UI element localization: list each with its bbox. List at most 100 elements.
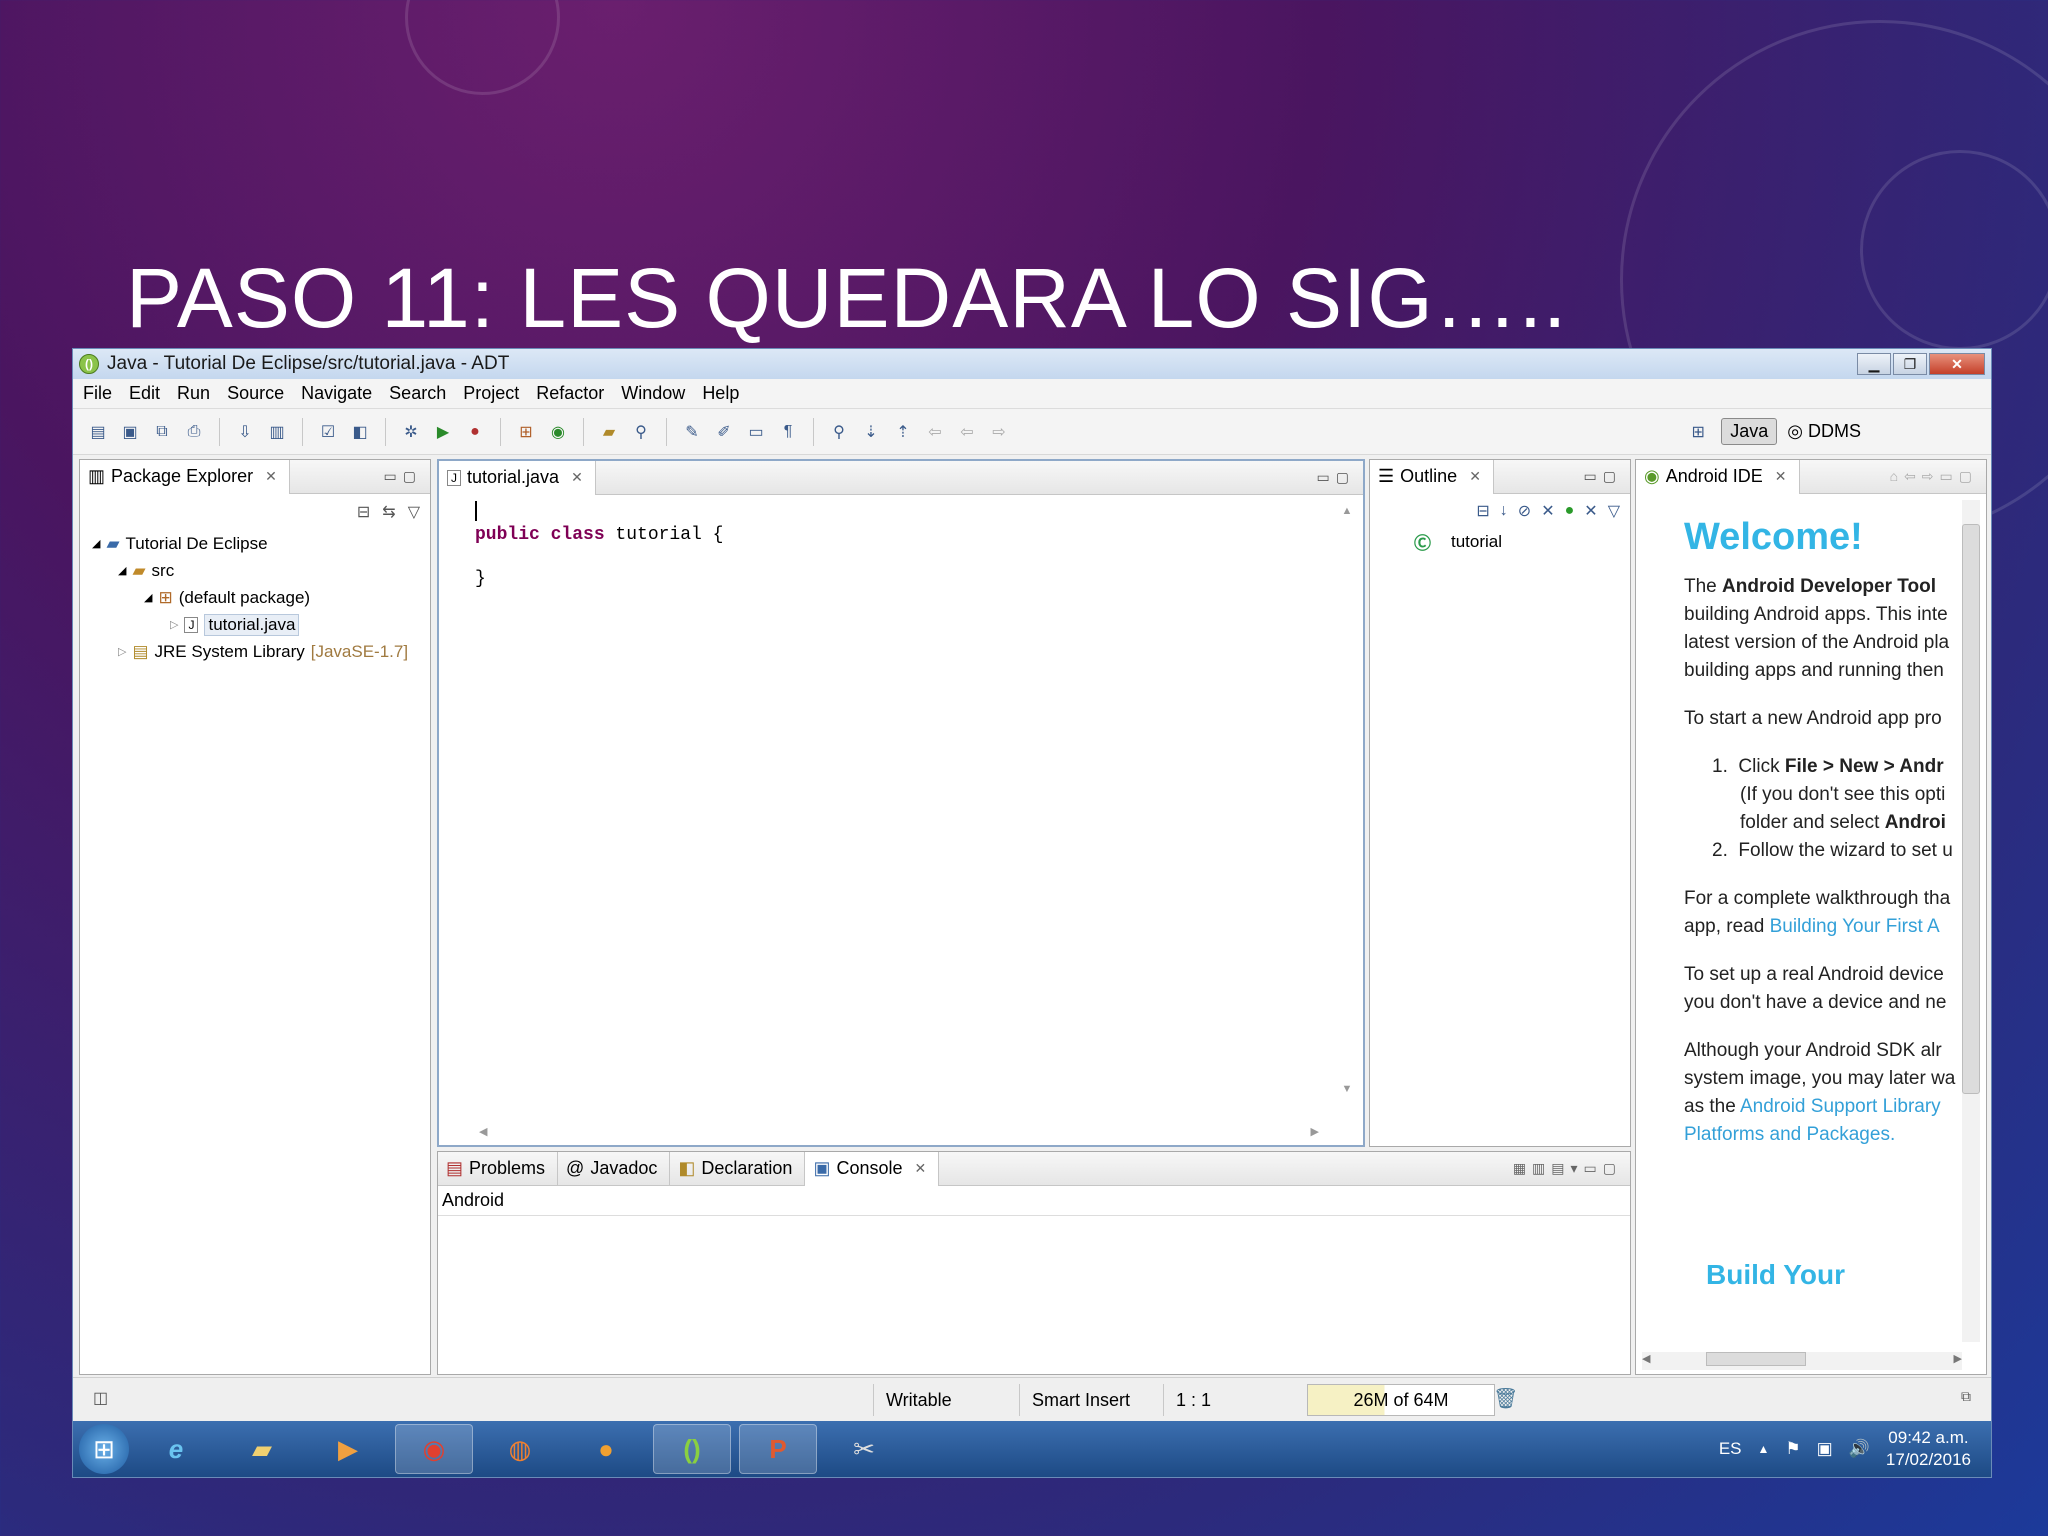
back-icon[interactable]: ⇦: [954, 419, 980, 445]
ddms-perspective-button[interactable]: ◎ DDMS: [1787, 421, 1861, 442]
menu-search[interactable]: Search: [389, 383, 446, 404]
hide-static-icon[interactable]: ✕: [1541, 501, 1554, 521]
welcome-vertical-scrollbar[interactable]: [1962, 500, 1980, 1342]
sort-icon[interactable]: ↓: [1500, 502, 1508, 520]
prev-annotation-icon[interactable]: ⇡: [890, 419, 916, 445]
new-android-icon[interactable]: ◧: [347, 419, 373, 445]
menu-project[interactable]: Project: [463, 383, 519, 404]
welcome-horizontal-scrollbar[interactable]: ◀ ▶: [1642, 1352, 1962, 1370]
building-first-app-link[interactable]: Building Your First A: [1770, 916, 1940, 937]
close-tab-icon[interactable]: ✕: [571, 469, 583, 486]
collapsed-arrow-icon[interactable]: ▷: [118, 645, 126, 658]
tree-jre-library[interactable]: ▷ ▤ JRE System Library [JavaSE-1.7]: [92, 638, 430, 665]
close-tab-icon[interactable]: ✕: [915, 1160, 927, 1177]
open-perspective-icon[interactable]: ⊞: [1685, 419, 1711, 445]
mark-occurrences-icon[interactable]: ✐: [711, 419, 737, 445]
maximize-button[interactable]: ❐: [1893, 353, 1927, 375]
close-tab-icon[interactable]: ✕: [1775, 468, 1787, 485]
menu-run[interactable]: Run: [177, 383, 210, 404]
garbage-collect-icon[interactable]: 🗑: [1493, 1386, 1518, 1411]
close-tab-icon[interactable]: ✕: [1469, 468, 1481, 485]
menu-navigate[interactable]: Navigate: [301, 383, 372, 404]
tab-console[interactable]: ▣ Console ✕: [805, 1151, 940, 1186]
open-type-icon[interactable]: ▰: [596, 419, 622, 445]
editor-vertical-scrollbar[interactable]: ▲ ▼: [1339, 505, 1355, 1105]
minimize-maximize-icon[interactable]: ▭▢: [1317, 469, 1355, 486]
heap-status[interactable]: 26M of 64M: [1307, 1384, 1495, 1416]
collapse-all-icon[interactable]: ⊟: [1476, 501, 1489, 521]
tree-java-file[interactable]: ▷ J tutorial.java: [92, 611, 430, 638]
file-explorer-icon[interactable]: ▰: [223, 1424, 301, 1474]
snipping-tool-icon[interactable]: ✂: [825, 1424, 903, 1474]
tree-src[interactable]: ◢ ▰ src: [92, 557, 430, 584]
tab-javadoc[interactable]: @ Javadoc: [558, 1151, 671, 1186]
console-toolbar-icons[interactable]: ▦▥▤▾▭▢: [1513, 1160, 1622, 1177]
sdk-manager-icon[interactable]: ⇩: [232, 419, 258, 445]
close-tab-icon[interactable]: ✕: [265, 468, 277, 485]
link-editor-icon[interactable]: ⇆: [382, 502, 395, 522]
tree-default-package[interactable]: ◢ ⊞ (default package): [92, 584, 430, 611]
network-icon[interactable]: ▣: [1817, 1439, 1833, 1459]
search-icon[interactable]: ⚲: [628, 419, 654, 445]
tab-tutorial-java[interactable]: J tutorial.java ✕: [439, 460, 596, 495]
outline-class-item[interactable]: Ⓒ tutorial: [1370, 528, 1630, 555]
powerpoint-icon[interactable]: P: [739, 1424, 817, 1474]
run-icon[interactable]: ▶: [430, 419, 456, 445]
block-selection-icon[interactable]: ▭: [743, 419, 769, 445]
browser-nav-icons[interactable]: ⌂⇦⇨▭▢: [1890, 468, 1978, 485]
next-annotation-icon[interactable]: ⇣: [858, 419, 884, 445]
tab-package-explorer[interactable]: ▥ Package Explorer ✕: [80, 459, 290, 494]
annotation-icon[interactable]: ✎: [679, 419, 705, 445]
tree-project[interactable]: ◢ ▰ Tutorial De Eclipse: [92, 530, 430, 557]
adt-taskbar-icon[interactable]: (): [653, 1424, 731, 1474]
action-center-icon[interactable]: ⚑: [1785, 1439, 1800, 1459]
menu-edit[interactable]: Edit: [129, 383, 160, 404]
fast-view-icon[interactable]: ◫: [93, 1388, 108, 1408]
app-icon[interactable]: ●: [567, 1424, 645, 1474]
language-indicator[interactable]: ES: [1719, 1439, 1742, 1459]
volume-icon[interactable]: 🔊: [1849, 1439, 1870, 1459]
close-button[interactable]: ✕: [1929, 353, 1985, 375]
save-icon[interactable]: ▣: [117, 419, 143, 445]
tab-declaration[interactable]: ◧ Declaration: [670, 1151, 806, 1186]
console-output[interactable]: [438, 1216, 1630, 1346]
view-menu-icon[interactable]: ▽: [1608, 501, 1620, 521]
minimize-button[interactable]: ▁: [1857, 353, 1891, 375]
menu-window[interactable]: Window: [621, 383, 685, 404]
show-whitespace-icon[interactable]: ¶: [775, 419, 801, 445]
media-player-icon[interactable]: ▶: [309, 1424, 387, 1474]
menu-file[interactable]: File: [83, 383, 112, 404]
collapse-all-icon[interactable]: ⊟: [357, 502, 370, 522]
internet-explorer-icon[interactable]: e: [137, 1424, 215, 1474]
last-edit-icon[interactable]: ⇦: [922, 419, 948, 445]
pin-icon[interactable]: ⚲: [826, 419, 852, 445]
restore-icon[interactable]: ⧉: [1961, 1388, 1971, 1405]
tab-problems[interactable]: ▤ Problems: [438, 1151, 559, 1186]
show-hidden-icons-icon[interactable]: ▲: [1758, 1442, 1770, 1456]
hide-local-types-icon[interactable]: ✕: [1584, 501, 1597, 521]
start-button[interactable]: ⊞: [79, 1424, 129, 1474]
editor-horizontal-scrollbar[interactable]: ◀ ▶: [479, 1125, 1319, 1141]
code-area[interactable]: public class tutorial { }: [455, 495, 1333, 1105]
minimize-maximize-icon[interactable]: ▭▢: [1584, 468, 1622, 485]
menu-help[interactable]: Help: [702, 383, 739, 404]
collapsed-arrow-icon[interactable]: ▷: [170, 618, 178, 631]
view-menu-icon[interactable]: ▽: [408, 502, 420, 522]
chrome-icon[interactable]: ◉: [395, 1424, 473, 1474]
new-package-icon[interactable]: ⊞: [513, 419, 539, 445]
java-perspective-button[interactable]: Java: [1721, 418, 1778, 445]
support-library-link[interactable]: Android Support Library: [1740, 1096, 1941, 1117]
new-class-icon[interactable]: ◉: [545, 419, 571, 445]
menu-refactor[interactable]: Refactor: [536, 383, 604, 404]
hide-nonpublic-icon[interactable]: ●: [1565, 502, 1575, 520]
print-icon[interactable]: ⎙: [181, 419, 207, 445]
expanded-arrow-icon[interactable]: ◢: [118, 564, 126, 577]
hide-fields-icon[interactable]: ⊘: [1518, 501, 1531, 521]
forward-icon[interactable]: ⇨: [986, 419, 1012, 445]
minimize-maximize-icon[interactable]: ▭▢: [384, 468, 422, 485]
clock[interactable]: 09:42 a.m. 17/02/2016: [1886, 1427, 1971, 1471]
lint-icon[interactable]: ☑: [315, 419, 341, 445]
platforms-packages-link[interactable]: Platforms and Packages.: [1684, 1121, 1956, 1149]
tab-android-ide[interactable]: ◉ Android IDE ✕: [1636, 460, 1800, 494]
external-tools-icon[interactable]: ●: [462, 419, 488, 445]
